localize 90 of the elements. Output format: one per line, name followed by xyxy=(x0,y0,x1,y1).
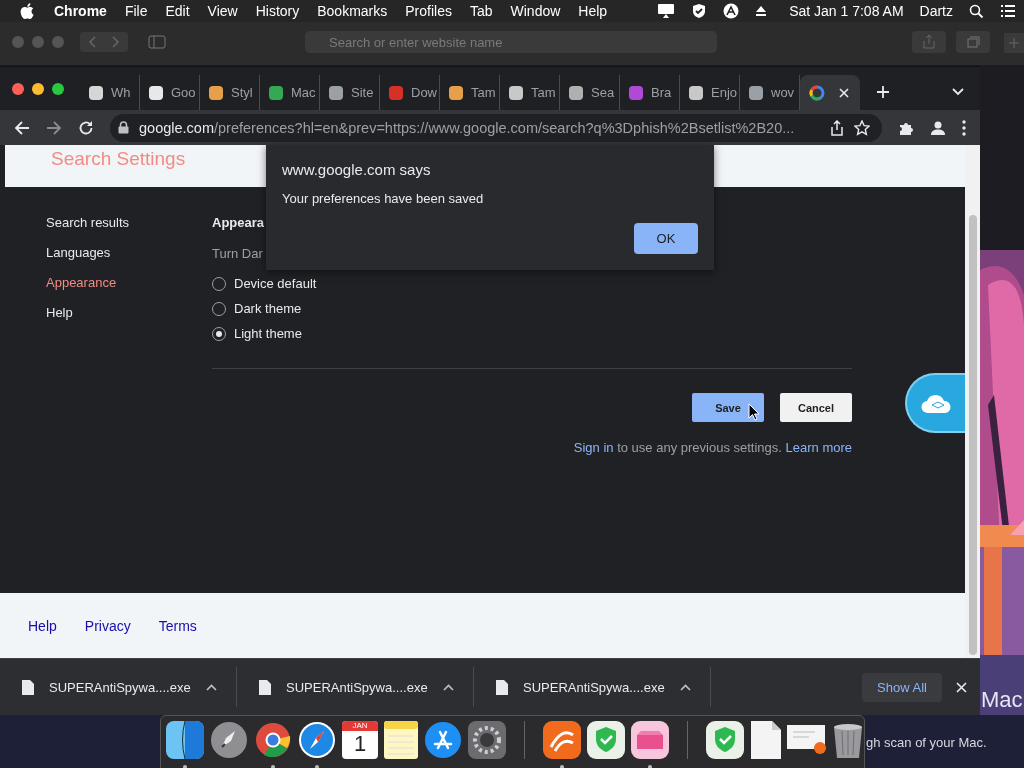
calendar-month: JAN xyxy=(342,721,378,731)
download-item[interactable]: SUPERAntiSpywa....exe xyxy=(474,667,711,707)
page-title: Search Settings xyxy=(51,148,186,170)
ok-button[interactable]: OK xyxy=(634,223,698,254)
chevron-down-icon[interactable] xyxy=(952,88,964,96)
sign-in-note: Sign in to use any previous settings. Learn more xyxy=(572,440,852,455)
chevron-up-icon[interactable] xyxy=(679,683,691,691)
trash-icon[interactable] xyxy=(831,721,864,759)
menu-user-name[interactable]: Dartz xyxy=(919,3,953,19)
menu-app-name[interactable]: Chrome xyxy=(54,3,107,19)
menu-item[interactable]: Tab xyxy=(469,3,493,19)
file-icon xyxy=(22,679,34,695)
lock-icon xyxy=(118,121,129,134)
star-icon[interactable] xyxy=(854,119,870,136)
desktop-headline: Mac xyxy=(981,687,1023,713)
dialog-message: Your preferences have been saved xyxy=(282,191,484,206)
nav-link[interactable]: Languages xyxy=(46,245,111,275)
cursor-icon xyxy=(748,403,760,421)
share-icon[interactable] xyxy=(830,119,844,136)
eject-icon[interactable] xyxy=(755,5,768,17)
section-hint: Turn Dar xyxy=(212,246,263,263)
menu-item[interactable]: Edit xyxy=(165,3,190,19)
menu-item[interactable]: View xyxy=(207,3,238,19)
search-icon[interactable] xyxy=(969,3,984,19)
option-label[interactable]: Device default xyxy=(234,276,317,291)
shield-check-icon[interactable] xyxy=(691,3,708,19)
app-icon[interactable] xyxy=(630,721,669,759)
menu-item[interactable]: Help xyxy=(578,3,608,19)
sign-in-link[interactable]: Sign in xyxy=(573,440,614,455)
compass-icon[interactable] xyxy=(298,721,336,759)
download-item[interactable]: SUPERAntiSpywa....exe xyxy=(237,667,474,707)
control-list-icon[interactable] xyxy=(1000,4,1016,18)
calendar-icon[interactable]: JAN 1 xyxy=(342,721,378,759)
app-icon[interactable] xyxy=(166,721,204,759)
chevron-up-icon[interactable] xyxy=(442,683,454,691)
menu-item[interactable]: Window xyxy=(510,3,561,19)
close-icon[interactable] xyxy=(839,87,849,98)
file-icon xyxy=(496,679,508,695)
scrollbar-thumb[interactable] xyxy=(968,215,977,655)
footer-link[interactable]: Terms xyxy=(158,617,197,634)
window-close-button[interactable] xyxy=(12,83,24,95)
menu-clock[interactable]: Sat Jan 1 7:08 AM xyxy=(789,3,904,19)
profile-icon[interactable] xyxy=(930,119,946,136)
app-icon[interactable] xyxy=(542,721,581,759)
forward-icon[interactable] xyxy=(46,119,62,136)
menu-item[interactable]: History xyxy=(255,3,300,19)
nav-link[interactable]: Help xyxy=(46,305,73,335)
browser-icon[interactable] xyxy=(254,721,292,759)
cloud-button[interactable] xyxy=(905,373,965,433)
apple-logo-icon[interactable] xyxy=(20,3,34,19)
option-label[interactable]: Light theme xyxy=(234,326,302,341)
file-icon xyxy=(259,679,271,695)
dialog-title: www.google.com says xyxy=(282,161,431,178)
save-button[interactable]: Save xyxy=(692,393,764,422)
window-minimize-button[interactable] xyxy=(32,83,44,95)
shield-icon[interactable] xyxy=(586,721,625,759)
back-icon[interactable] xyxy=(14,119,30,136)
calendar-day: 1 xyxy=(353,731,367,757)
learn-more-link[interactable]: Learn more xyxy=(785,440,852,455)
address-field[interactable]: Search or enter website name xyxy=(305,31,717,53)
option-label[interactable]: Dark theme xyxy=(234,301,302,316)
ring-logo-icon xyxy=(809,84,825,101)
menu-icon[interactable] xyxy=(962,119,966,136)
close-icon[interactable] xyxy=(956,681,967,693)
gear-icon[interactable] xyxy=(468,721,506,759)
menu-item[interactable]: Bookmarks xyxy=(317,3,388,19)
display-icon[interactable] xyxy=(657,3,676,19)
url-text: google.com/preferences?hl=en&prev=https://www.google.com/search?q%3Dphish%2Bsetlist%2B20... xyxy=(139,119,796,136)
menu-item[interactable]: Profiles xyxy=(405,3,452,19)
shield-icon[interactable] xyxy=(705,721,744,759)
footer-link[interactable]: Help xyxy=(28,617,57,634)
cancel-button[interactable]: Cancel xyxy=(780,393,852,422)
chevron-up-icon[interactable] xyxy=(205,683,217,691)
section-title: Appeara xyxy=(212,215,265,232)
show-all-button[interactable]: Show All xyxy=(862,672,942,702)
app-store-icon[interactable] xyxy=(424,721,462,759)
menu-item[interactable]: File xyxy=(124,3,148,19)
desktop-subtitle: gh scan of your Mac. xyxy=(866,735,987,750)
footer-link[interactable]: Privacy xyxy=(84,617,131,634)
circle-a-icon[interactable] xyxy=(723,3,740,19)
browser-tab[interactable] xyxy=(800,75,860,110)
nav-link[interactable]: Appearance xyxy=(46,275,117,305)
document-icon[interactable] xyxy=(750,721,781,759)
nav-link[interactable]: Search results xyxy=(46,215,130,245)
rocket-icon[interactable] xyxy=(210,721,248,759)
window-zoom-button[interactable] xyxy=(52,83,64,95)
new-tab-icon[interactable] xyxy=(876,85,890,99)
download-item[interactable]: SUPERAntiSpywa....exe xyxy=(0,667,237,707)
address-bar[interactable]: google.com/preferences?hl=en&prev=https://www.google.com/search?q%3Dphish%2Bsetlist%2B20... xyxy=(110,113,882,142)
reload-icon[interactable] xyxy=(78,119,94,136)
